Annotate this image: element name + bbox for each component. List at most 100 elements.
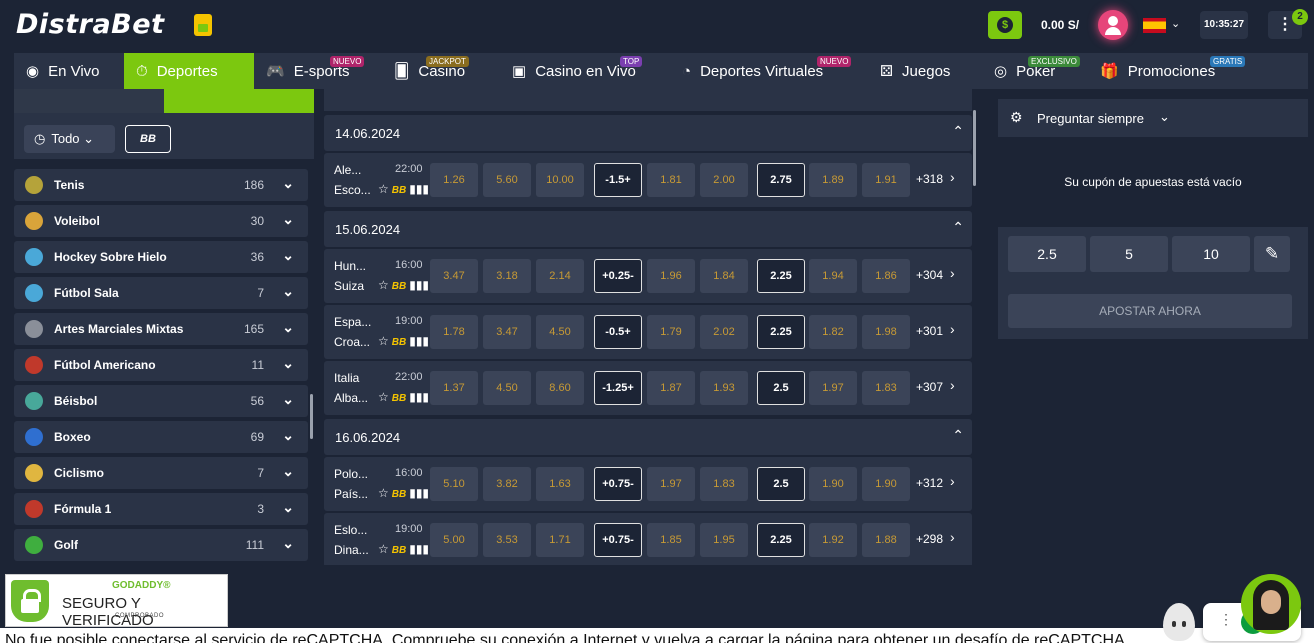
away-team[interactable]: Croa... (334, 335, 370, 349)
sport-item[interactable]: Tenis 186 ⌄ (14, 169, 308, 201)
match-row[interactable]: Hun... Suiza 16:00 ☆ BB ▮▮▮ 3.47 3.18 2.14 +0.25-… (324, 249, 972, 303)
place-bet-button[interactable]: APOSTAR AHORA (1008, 294, 1292, 328)
odd-button[interactable]: 1.93 (700, 371, 748, 405)
support-agent-avatar[interactable] (1241, 574, 1301, 634)
nav-item[interactable]: 🎁 Promociones GRATIS (1088, 53, 1246, 89)
odd-button[interactable]: 1.97 (647, 467, 695, 501)
odd-button[interactable]: 1.91 (862, 163, 910, 197)
chevron-right-icon[interactable]: › (950, 321, 955, 337)
stats-icon[interactable]: ▮▮▮ (409, 182, 429, 196)
odd-button[interactable]: 1.96 (647, 259, 695, 293)
stake-option[interactable]: 2.5 (1008, 236, 1086, 272)
odd-button[interactable]: 1.83 (700, 467, 748, 501)
odd-button[interactable]: 3.18 (483, 259, 531, 293)
odd-button[interactable]: 1.84 (700, 259, 748, 293)
star-icon[interactable]: ☆ (378, 182, 389, 196)
chevron-right-icon[interactable]: › (950, 265, 955, 281)
odd-button[interactable]: 1.71 (536, 523, 584, 557)
chevron-up-icon[interactable]: ⌃ (952, 123, 964, 140)
deposit-button[interactable]: $ (988, 11, 1022, 39)
match-row[interactable]: Espa... Croa... 19:00 ☆ BB ▮▮▮ 1.78 3.47 4.50 -0.… (324, 305, 972, 359)
sidebar-scrollbar[interactable] (310, 394, 313, 439)
sport-item[interactable]: Béisbol 56 ⌄ (14, 385, 308, 417)
sport-item[interactable]: Fórmula 1 3 ⌄ (14, 493, 308, 525)
odd-button[interactable]: 8.60 (536, 371, 584, 405)
nav-item[interactable]: 🂠 Casino JACKPOT (382, 53, 500, 89)
chevron-down-icon[interactable]: ⌄ (282, 319, 294, 336)
star-icon[interactable]: ☆ (378, 278, 389, 292)
odd-button[interactable]: 2.00 (700, 163, 748, 197)
user-avatar-icon[interactable] (1098, 10, 1128, 40)
chevron-down-icon[interactable]: ⌄ (282, 463, 294, 480)
odd-button[interactable]: 10.00 (536, 163, 584, 197)
promo-document-icon[interactable] (194, 14, 212, 36)
more-markets[interactable]: +304 (916, 268, 943, 282)
nav-item[interactable]: ⏱ Deportes (124, 53, 254, 89)
odd-button[interactable]: 4.50 (536, 315, 584, 349)
chevron-right-icon[interactable]: › (950, 169, 955, 185)
home-team[interactable]: Espa... (334, 315, 371, 329)
bet-builder-button[interactable]: BB (125, 125, 171, 153)
nav-item[interactable]: ◎ Poker EXCLUSIVO (982, 53, 1088, 89)
match-row[interactable]: Ale... Esco... 22:00 ☆ BB ▮▮▮ 1.26 5.60 10.00 -1.… (324, 153, 972, 207)
more-markets[interactable]: +301 (916, 324, 943, 338)
odd-button[interactable]: 1.85 (647, 523, 695, 557)
away-team[interactable]: Suiza (334, 279, 364, 293)
stats-icon[interactable]: ▮▮▮ (409, 334, 429, 348)
odd-button[interactable]: 1.90 (809, 467, 857, 501)
kebab-icon[interactable]: ⋮ (1219, 611, 1233, 628)
odd-button[interactable]: 2.02 (700, 315, 748, 349)
bet-builder-icon[interactable]: BB (392, 545, 406, 556)
home-team[interactable]: Eslo... (334, 523, 367, 537)
odd-button[interactable]: 1.97 (809, 371, 857, 405)
home-team[interactable]: Hun... (334, 259, 366, 273)
chevron-down-icon[interactable]: ⌄ (282, 427, 294, 444)
odd-button[interactable]: 1.89 (809, 163, 857, 197)
odd-button[interactable]: 1.82 (809, 315, 857, 349)
bet-builder-icon[interactable]: BB (392, 281, 406, 292)
sport-item[interactable]: Fútbol Sala 7 ⌄ (14, 277, 308, 309)
chevron-up-icon[interactable]: ⌃ (952, 427, 964, 444)
odd-button[interactable]: 1.78 (430, 315, 478, 349)
stats-icon[interactable]: ▮▮▮ (409, 486, 429, 500)
home-team[interactable]: Ale... (334, 163, 361, 177)
spain-flag-icon[interactable] (1143, 18, 1166, 33)
odd-button[interactable]: 3.47 (430, 259, 478, 293)
chevron-down-icon[interactable]: ⌄ (282, 283, 294, 300)
home-team[interactable]: Polo... (334, 467, 368, 481)
odd-button[interactable]: 1.63 (536, 467, 584, 501)
odds-change-setting[interactable]: ⚙ Preguntar siempre ⌄ (998, 99, 1308, 137)
tab-prematch[interactable] (164, 89, 314, 113)
odd-button[interactable]: 1.26 (430, 163, 478, 197)
nav-item[interactable]: ◉ En Vivo (14, 53, 124, 89)
godaddy-seal[interactable]: GODADDY® SEGURO Y VERIFICADO COMPROBADO (5, 574, 228, 629)
away-team[interactable]: Alba... (334, 391, 368, 405)
stake-option[interactable]: 10 (1172, 236, 1250, 272)
bet-builder-icon[interactable]: BB (392, 185, 406, 196)
nav-item[interactable]: 🎮 E-sports NUEVO (254, 53, 382, 89)
odd-button[interactable]: 5.00 (430, 523, 478, 557)
odd-button[interactable]: 1.90 (862, 467, 910, 501)
more-markets[interactable]: +298 (916, 532, 943, 546)
bet-builder-icon[interactable]: BB (392, 337, 406, 348)
sport-item[interactable]: Boxeo 69 ⌄ (14, 421, 308, 453)
odd-button[interactable]: 5.10 (430, 467, 478, 501)
stats-icon[interactable]: ▮▮▮ (409, 542, 429, 556)
star-icon[interactable]: ☆ (378, 334, 389, 348)
away-team[interactable]: Dina... (334, 543, 369, 557)
stake-option[interactable]: 5 (1090, 236, 1168, 272)
chevron-up-icon[interactable]: ⌃ (952, 219, 964, 236)
chevron-right-icon[interactable]: › (950, 473, 955, 489)
nav-item[interactable]: ▣ Casino en Vivo TOP (500, 53, 670, 89)
odd-button[interactable]: 1.86 (862, 259, 910, 293)
time-filter-button[interactable]: ◷ Todo ⌄ (24, 125, 115, 153)
date-header[interactable]: 16.06.2024 ⌃ (324, 419, 972, 455)
odd-button[interactable]: 1.92 (809, 523, 857, 557)
chevron-right-icon[interactable]: › (950, 377, 955, 393)
date-header[interactable]: 15.06.2024 ⌃ (324, 211, 972, 247)
chevron-down-icon[interactable]: ⌄ (282, 535, 294, 552)
odd-button[interactable]: 1.88 (862, 523, 910, 557)
away-team[interactable]: Esco... (334, 183, 371, 197)
sport-item[interactable]: Hockey Sobre Hielo 36 ⌄ (14, 241, 308, 273)
chevron-down-icon[interactable]: ⌄ (282, 247, 294, 264)
